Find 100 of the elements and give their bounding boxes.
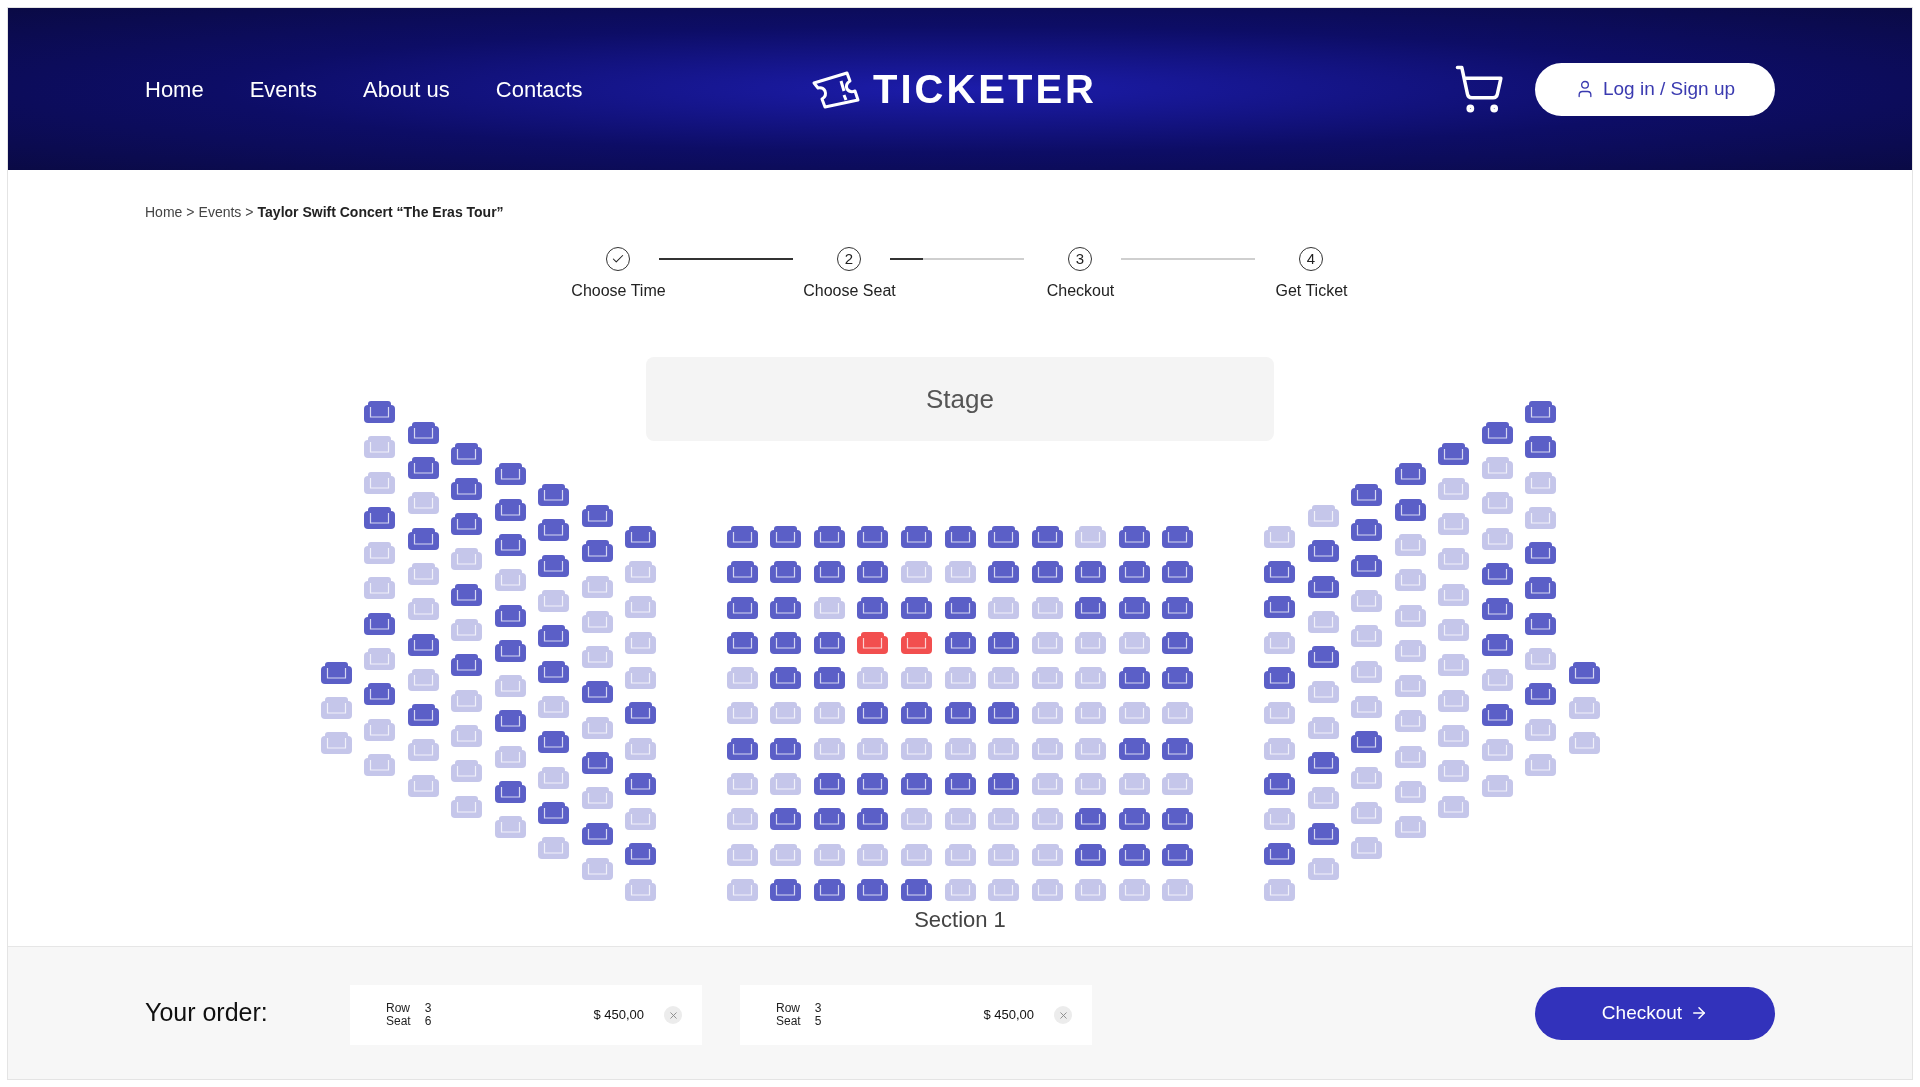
- seat[interactable]: [1351, 484, 1382, 507]
- seat[interactable]: [407, 421, 439, 444]
- seat[interactable]: [726, 631, 758, 654]
- seat[interactable]: [1118, 596, 1150, 619]
- seat[interactable]: [770, 561, 802, 584]
- seat[interactable]: [770, 631, 802, 654]
- seat[interactable]: [1075, 808, 1107, 831]
- seat[interactable]: [538, 484, 569, 507]
- seat[interactable]: [1481, 704, 1513, 727]
- seat[interactable]: [1162, 596, 1194, 619]
- seat[interactable]: [900, 631, 932, 654]
- seat[interactable]: [407, 704, 439, 727]
- seat[interactable]: [364, 506, 395, 529]
- checkout-button[interactable]: Checkout: [1535, 986, 1775, 1040]
- seat[interactable]: [1162, 737, 1194, 760]
- seat[interactable]: [944, 773, 976, 796]
- seat[interactable]: [320, 661, 352, 684]
- seat[interactable]: [1075, 561, 1107, 584]
- seat[interactable]: [364, 683, 395, 706]
- seat[interactable]: [770, 596, 802, 619]
- seat[interactable]: [1525, 577, 1556, 600]
- seat[interactable]: [857, 526, 889, 548]
- seat[interactable]: [364, 401, 395, 423]
- seat[interactable]: [1162, 667, 1194, 690]
- nav-link[interactable]: Contacts: [495, 72, 583, 106]
- seat[interactable]: [1481, 421, 1513, 444]
- seat[interactable]: [1307, 540, 1339, 563]
- seat[interactable]: [1118, 526, 1150, 548]
- seat[interactable]: [857, 631, 889, 654]
- seat[interactable]: [364, 612, 395, 635]
- seat[interactable]: [988, 631, 1020, 654]
- seat[interactable]: [407, 527, 439, 550]
- seat[interactable]: [813, 631, 845, 654]
- seat[interactable]: [451, 513, 482, 536]
- seat[interactable]: [494, 463, 526, 486]
- seat[interactable]: [581, 505, 613, 527]
- logo-text[interactable]: TICKETER: [873, 69, 1097, 109]
- seat[interactable]: [538, 519, 569, 542]
- seat[interactable]: [1525, 612, 1556, 635]
- seat[interactable]: [770, 808, 802, 831]
- seat[interactable]: [1162, 843, 1194, 866]
- seat[interactable]: [1162, 526, 1194, 548]
- seat[interactable]: [813, 526, 845, 548]
- seat[interactable]: [494, 639, 526, 662]
- seat[interactable]: [813, 561, 845, 584]
- seat[interactable]: [581, 752, 613, 775]
- seat[interactable]: [1351, 554, 1382, 577]
- seat[interactable]: [988, 702, 1020, 725]
- seat[interactable]: [581, 681, 613, 704]
- seat[interactable]: [1525, 401, 1556, 423]
- seat[interactable]: [494, 710, 526, 733]
- seat[interactable]: [988, 561, 1020, 584]
- seat[interactable]: [1481, 563, 1513, 585]
- seat[interactable]: [538, 801, 569, 824]
- seat[interactable]: [1351, 519, 1382, 542]
- nav-link[interactable]: About us: [362, 72, 450, 106]
- nav-link[interactable]: Home: [145, 72, 204, 106]
- seat[interactable]: [1307, 575, 1339, 598]
- seat[interactable]: [726, 561, 758, 584]
- seat[interactable]: [494, 781, 526, 804]
- login-button[interactable]: Log in / Sign up: [1535, 62, 1775, 116]
- seat[interactable]: [1264, 596, 1295, 619]
- seat[interactable]: [1118, 737, 1150, 760]
- seat[interactable]: [1264, 772, 1295, 795]
- seat[interactable]: [900, 878, 932, 901]
- seat[interactable]: [726, 526, 758, 548]
- seat[interactable]: [857, 773, 889, 796]
- seat[interactable]: [1162, 631, 1194, 654]
- seat[interactable]: [988, 526, 1020, 548]
- seat[interactable]: [1525, 683, 1556, 706]
- seat[interactable]: [625, 702, 656, 725]
- seat[interactable]: [538, 625, 569, 648]
- seat[interactable]: [857, 561, 889, 584]
- cart-icon[interactable]: [1453, 63, 1505, 115]
- seat[interactable]: [1264, 667, 1295, 689]
- seat[interactable]: [1307, 752, 1339, 775]
- seat[interactable]: [1118, 561, 1150, 584]
- seat[interactable]: [1394, 498, 1426, 521]
- seat[interactable]: [494, 498, 526, 521]
- seat[interactable]: [726, 596, 758, 619]
- seat[interactable]: [451, 442, 482, 465]
- seat[interactable]: [1118, 808, 1150, 831]
- seat[interactable]: [857, 596, 889, 619]
- seat[interactable]: [1031, 526, 1063, 548]
- seat[interactable]: [770, 667, 802, 690]
- seat[interactable]: [900, 526, 932, 548]
- seat[interactable]: [581, 540, 613, 563]
- seat[interactable]: [770, 878, 802, 901]
- seat[interactable]: [813, 808, 845, 831]
- seat[interactable]: [1481, 633, 1513, 656]
- seat[interactable]: [407, 633, 439, 656]
- seat[interactable]: [1307, 646, 1339, 669]
- remove-button[interactable]: [1054, 1006, 1072, 1024]
- breadcrumb-link[interactable]: Events: [198, 202, 242, 223]
- seat[interactable]: [900, 702, 932, 725]
- seat[interactable]: [1525, 542, 1556, 565]
- seat[interactable]: [538, 731, 569, 754]
- seat[interactable]: [625, 772, 656, 795]
- seat[interactable]: [813, 773, 845, 796]
- seat[interactable]: [944, 526, 976, 548]
